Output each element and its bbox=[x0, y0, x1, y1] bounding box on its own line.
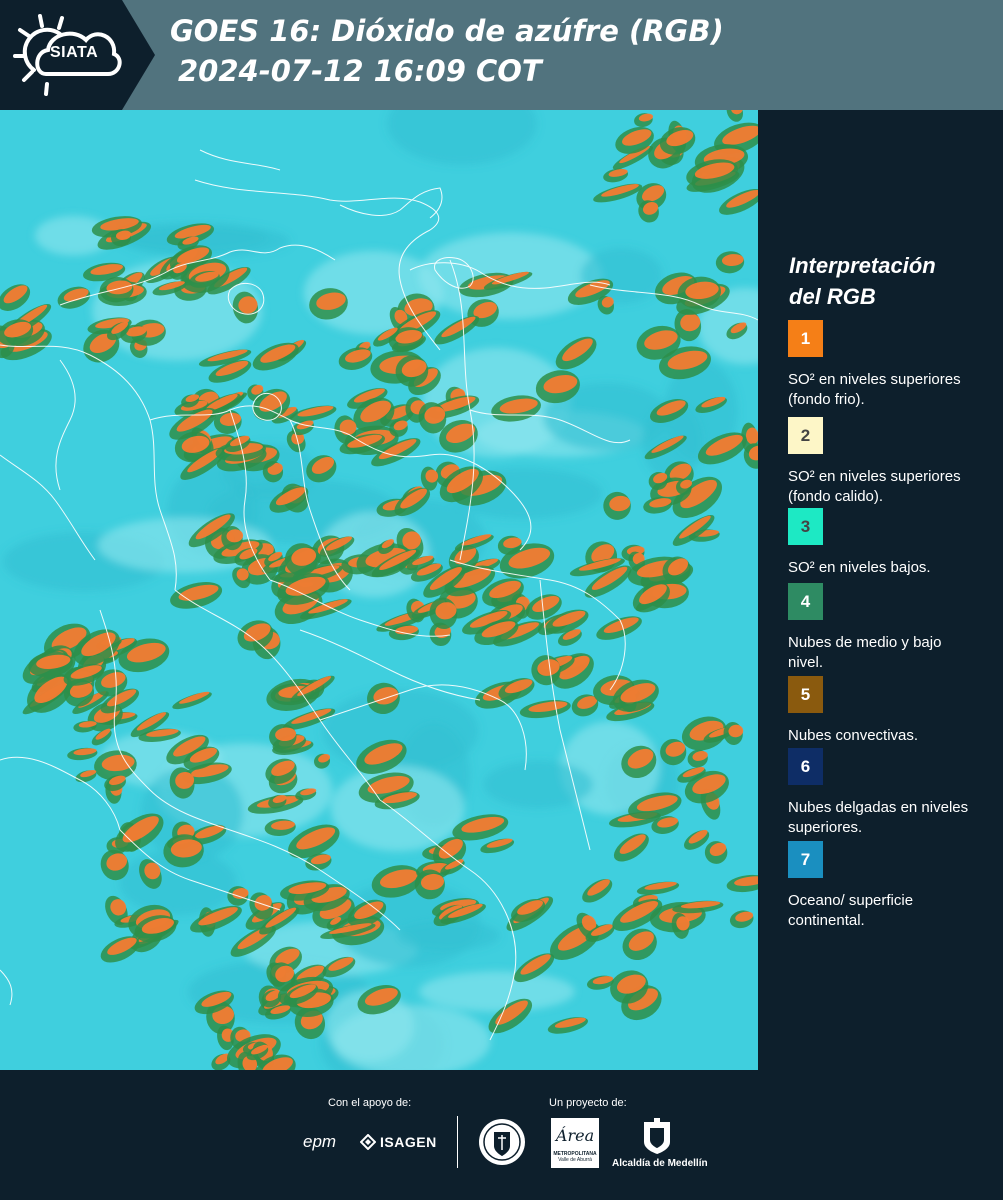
legend-swatch-5: 5 bbox=[788, 676, 823, 713]
legend-label-2: SO² en niveles superiores (fondo calido)… bbox=[788, 468, 961, 505]
satellite-rgb-image bbox=[0, 110, 758, 1070]
legend-item-6: 6 Nubes delgadas en niveles superiores. bbox=[788, 748, 988, 838]
footer-divider bbox=[457, 1116, 458, 1168]
project-label: Un proyecto de: bbox=[549, 1097, 627, 1109]
legend-item-4: 4 Nubes de medio y bajo nivel. bbox=[788, 583, 988, 673]
page-title: GOES 16: Dióxido de azúfre (RGB) bbox=[170, 14, 724, 48]
legend-title-line2: del RGB bbox=[789, 284, 876, 309]
legend-label-4: Nubes de medio y bajo nivel. bbox=[788, 634, 942, 671]
legend-swatch-2: 2 bbox=[788, 417, 823, 454]
texture-patch bbox=[396, 920, 500, 951]
support-label: Con el apoyo de: bbox=[328, 1097, 412, 1109]
texture-patch bbox=[483, 760, 594, 809]
legend-swatch-6: 6 bbox=[788, 748, 823, 785]
legend-label-3: SO² en niveles bajos. bbox=[788, 559, 931, 576]
isagen-icon bbox=[360, 1134, 376, 1150]
legend-title: Interpretación del RGB bbox=[789, 250, 936, 312]
legend-panel: Interpretación del RGB 1 SO² en niveles … bbox=[758, 110, 1003, 1070]
legend-item-5: 5 Nubes convectivas. bbox=[788, 676, 988, 746]
texture-patch bbox=[419, 971, 575, 1012]
legend-item-1: 1 SO² en niveles superiores (fondo frio)… bbox=[788, 320, 988, 410]
legend-swatch-4: 4 bbox=[788, 583, 823, 620]
legend-label-5: Nubes convectivas. bbox=[788, 727, 919, 744]
footer-bar: Con el apoyo de: Un proyecto de: epm ISA… bbox=[0, 1070, 1003, 1200]
siata-logo: SIATA bbox=[0, 0, 155, 110]
legend-swatch-7: 7 bbox=[788, 841, 823, 878]
legend-label-7: Oceano/ superficie continental. bbox=[788, 892, 914, 929]
legend-item-2: 2 SO² en niveles superiores (fondo calid… bbox=[788, 417, 988, 507]
legend-swatch-1: 1 bbox=[788, 320, 823, 357]
siata-logo-text: SIATA bbox=[50, 44, 99, 61]
alcaldia-crest-icon bbox=[644, 1118, 670, 1154]
isagen-logo: ISAGEN bbox=[380, 1134, 437, 1150]
page-timestamp: 2024-07-12 16:09 COT bbox=[178, 54, 542, 88]
legend-label-6: Nubes delgadas en niveles superiores. bbox=[788, 799, 969, 836]
legend-item-7: 7 Oceano/ superficie continental. bbox=[788, 841, 988, 931]
epm-logo: epm bbox=[303, 1132, 337, 1151]
medellin-seal-icon bbox=[479, 1119, 525, 1165]
area-logo-text: Área bbox=[555, 1126, 595, 1145]
legend-title-line1: Interpretación bbox=[789, 253, 936, 278]
area-logo-caption2: Valle de Aburrá bbox=[558, 1157, 592, 1163]
legend-swatch-3: 3 bbox=[788, 508, 823, 545]
satellite-map bbox=[0, 110, 758, 1070]
legend-item-3: 3 SO² en niveles bajos. bbox=[788, 508, 988, 578]
header-bar: SIATA GOES 16: Dióxido de azúfre (RGB) 2… bbox=[0, 0, 1003, 110]
alcaldia-caption: Alcaldía de Medellín bbox=[612, 1158, 708, 1169]
area-metropolitana-logo: Área METROPOLITANA Valle de Aburrá bbox=[551, 1118, 599, 1168]
legend-label-1: SO² en niveles superiores (fondo frio). bbox=[788, 371, 961, 408]
